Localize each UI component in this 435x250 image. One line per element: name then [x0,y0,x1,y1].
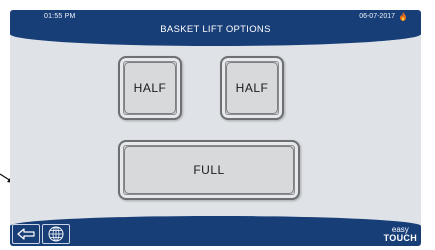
full-button-face: FULL [124,146,294,194]
page-title: BASKET LIFT OPTIONS [160,24,271,35]
half-right-label: HALF [235,81,269,95]
globe-icon [48,226,64,242]
flame-icon [400,12,406,21]
half-left-button[interactable]: HALF [118,56,182,120]
touch-screen: 01:55 PM 06-07-2017 BASKET LIFT OPTIONS … [10,10,421,246]
full-button[interactable]: FULL [118,140,300,200]
header-bar: 01:55 PM 06-07-2017 BASKET LIFT OPTIONS [10,10,421,46]
status-time: 01:55 PM [44,13,76,20]
full-label: FULL [193,163,225,177]
language-button[interactable] [42,224,70,244]
footer-bar: easy TOUCH [10,216,421,246]
back-button[interactable] [12,224,40,244]
half-right-button[interactable]: HALF [220,56,284,120]
device-bezel: 01:55 PM 06-07-2017 BASKET LIFT OPTIONS … [0,0,435,250]
brand-logo: easy TOUCH [384,225,417,243]
back-arrow-icon [17,228,35,240]
half-left-label: HALF [133,81,167,95]
half-left-button-face: HALF [124,62,176,114]
brand-line-2: TOUCH [383,233,417,243]
half-right-button-face: HALF [226,62,278,114]
status-date: 06-07-2017 [359,13,395,20]
